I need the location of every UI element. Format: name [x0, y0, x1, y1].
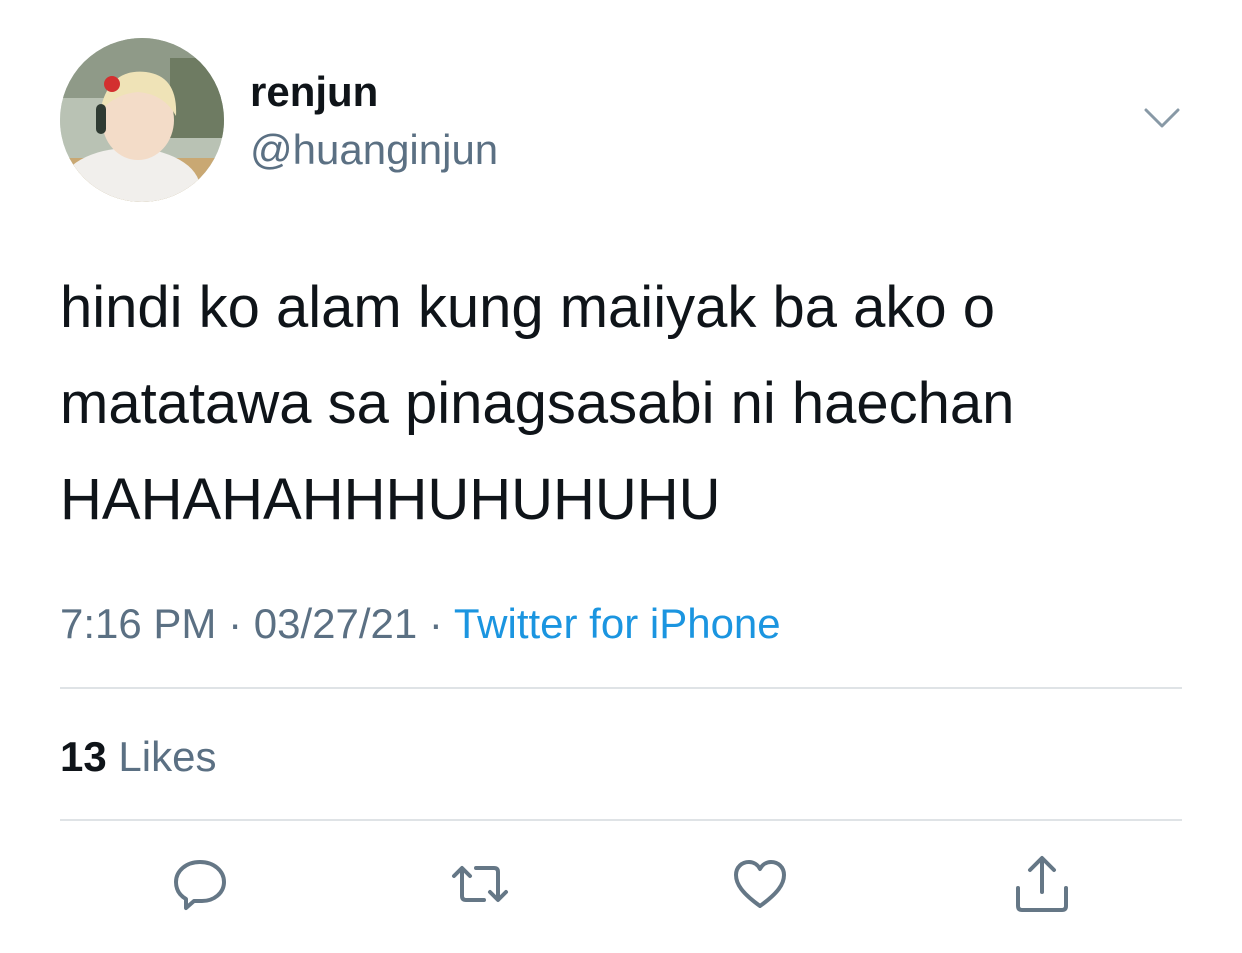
reply-button[interactable] [168, 852, 232, 916]
retweet-button[interactable] [448, 852, 512, 916]
tweet-source-link[interactable]: Twitter for iPhone [454, 600, 781, 647]
tweet-text: hindi ko alam kung maiiyak ba ako o mata… [60, 260, 1190, 548]
tweet-line: matatawa sa pinagsasabi ni haechan [60, 371, 1015, 436]
like-button[interactable] [728, 852, 792, 916]
avatar[interactable] [60, 38, 224, 202]
retweet-icon [452, 866, 508, 902]
likes-stat[interactable]: 13 Likes [60, 731, 216, 783]
heart-icon [734, 860, 786, 908]
tweet-meta: 7:16 PM · 03/27/21 · Twitter for iPhone [60, 598, 781, 650]
tweet-line: hindi ko alam kung maiiyak ba ako o [60, 275, 995, 340]
divider [60, 819, 1182, 821]
meta-separator: · [216, 600, 254, 647]
share-icon [1016, 856, 1068, 912]
divider [60, 687, 1182, 689]
tweet-line: HAHAHAHHHUHUHUHU [60, 467, 721, 532]
likes-label: Likes [118, 733, 217, 780]
tweet-time[interactable]: 7:16 PM [60, 600, 216, 647]
display-name[interactable]: renjun [250, 66, 378, 118]
profile-photo-icon [60, 38, 224, 202]
speech-bubble-icon [174, 860, 226, 910]
meta-separator: · [417, 600, 454, 647]
share-button[interactable] [1010, 852, 1074, 916]
user-handle[interactable]: @huanginjun [250, 124, 498, 176]
chevron-down-icon[interactable] [1140, 100, 1184, 136]
likes-count: 13 [60, 733, 107, 780]
tweet-date[interactable]: 03/27/21 [254, 600, 418, 647]
